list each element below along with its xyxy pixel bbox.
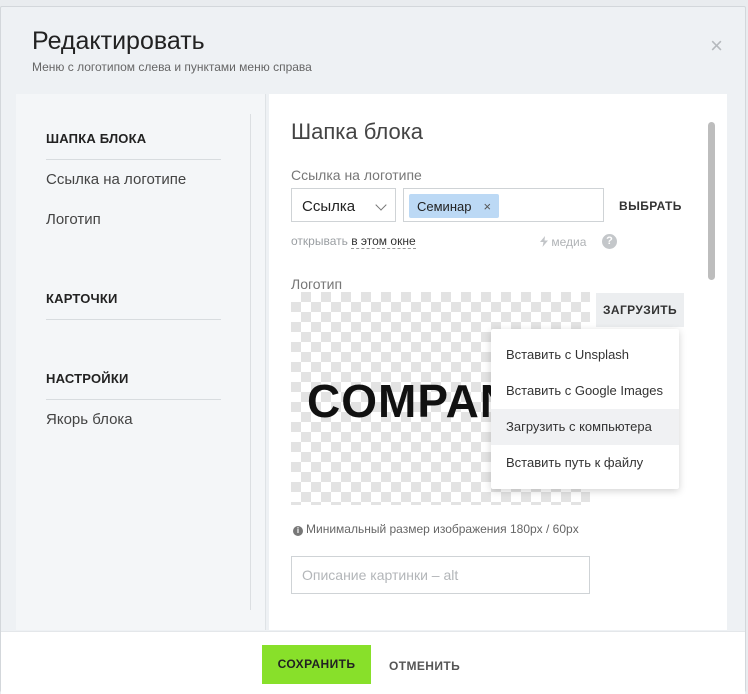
min-size-text: Минимальный размер изображения 180px / 6…: [306, 522, 579, 536]
scrollbar-thumb[interactable]: [708, 122, 715, 280]
upload-dropdown-menu: Вставить с Unsplash Вставить с Google Im…: [491, 329, 679, 489]
info-icon: i: [293, 526, 303, 536]
sidebar-section-settings: НАСТРОЙКИ: [46, 371, 129, 386]
modal-header: Редактировать Меню с логотипом слева и п…: [1, 7, 745, 95]
lightning-icon: [540, 236, 548, 247]
open-target-toggle[interactable]: в этом окне: [351, 234, 416, 249]
link-tag-label: Семинар: [417, 198, 472, 214]
alt-text-input[interactable]: [291, 556, 590, 594]
content-scrollbar[interactable]: [706, 114, 716, 610]
media-label: медиа: [551, 235, 587, 249]
sidebar-section-header: ШАПКА БЛОКА: [46, 131, 147, 146]
edit-modal: Редактировать Меню с логотипом слева и п…: [0, 6, 746, 694]
open-target-prefix: открывать: [291, 234, 348, 248]
modal-footer: СОХРАНИТЬ ОТМЕНИТЬ: [1, 631, 745, 694]
choose-button[interactable]: ВЫБРАТЬ: [619, 199, 682, 213]
chevron-down-icon: [375, 199, 387, 211]
sidebar-divider: [46, 159, 221, 160]
settings-sidebar: ШАПКА БЛОКА Ссылка на логотипе Логотип К…: [16, 94, 266, 630]
link-type-select[interactable]: Ссылка: [291, 188, 396, 222]
link-target-input[interactable]: Семинар ×: [403, 188, 604, 222]
sidebar-item-block-anchor[interactable]: Якорь блока: [46, 411, 133, 428]
min-size-note: i Минимальный размер изображения 180px / …: [293, 522, 579, 536]
sidebar-item-logo-link[interactable]: Ссылка на логотипе: [46, 171, 186, 188]
menu-item-google-images[interactable]: Вставить с Google Images: [491, 373, 679, 409]
media-link[interactable]: медиа: [540, 235, 586, 249]
save-button[interactable]: СОХРАНИТЬ: [262, 645, 371, 684]
settings-content: Шапка блока Ссылка на логотипе Ссылка Се…: [269, 94, 727, 630]
logo-link-label: Ссылка на логотипе: [291, 167, 422, 183]
modal-title: Редактировать: [32, 27, 205, 55]
upload-button[interactable]: ЗАГРУЗИТЬ: [596, 293, 684, 327]
open-target-line: открывать в этом окне: [291, 234, 416, 249]
close-icon[interactable]: ×: [710, 35, 723, 57]
modal-subtitle: Меню с логотипом слева и пунктами меню с…: [32, 60, 312, 74]
link-tag: Семинар ×: [409, 194, 500, 218]
sidebar-vertical-divider: [250, 114, 251, 610]
menu-item-upload-computer[interactable]: Загрузить с компьютера: [491, 409, 679, 445]
sidebar-divider: [46, 399, 221, 400]
cancel-button[interactable]: ОТМЕНИТЬ: [389, 659, 460, 673]
tag-remove-icon[interactable]: ×: [483, 199, 491, 214]
link-type-value: Ссылка: [302, 198, 356, 215]
sidebar-section-cards[interactable]: КАРТОЧКИ: [46, 291, 118, 306]
logo-label: Логотип: [291, 276, 343, 292]
sidebar-divider: [46, 319, 221, 320]
sidebar-item-logo[interactable]: Логотип: [46, 211, 101, 228]
menu-item-file-path[interactable]: Вставить путь к файлу: [491, 445, 679, 481]
help-icon[interactable]: ?: [602, 234, 617, 249]
menu-item-unsplash[interactable]: Вставить с Unsplash: [491, 337, 679, 373]
section-title: Шапка блока: [291, 119, 424, 144]
